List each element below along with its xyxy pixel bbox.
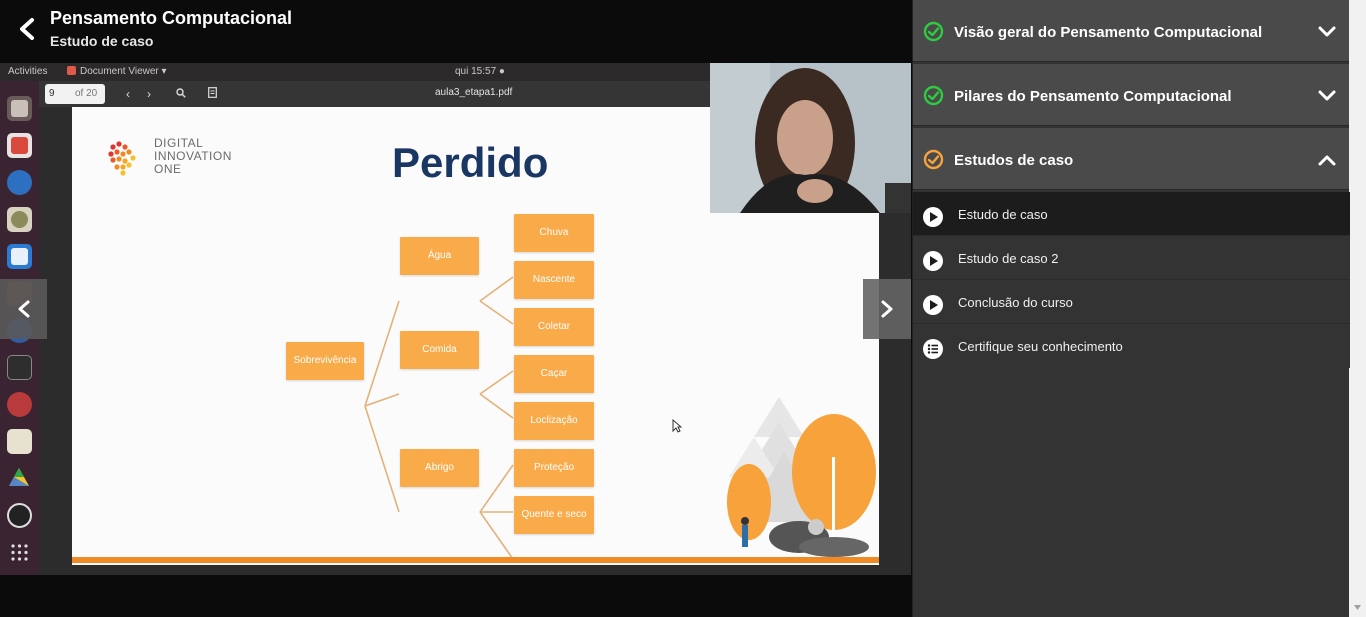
check-circle-icon [923,85,944,106]
webcam-overlay [710,63,911,213]
chevron-left-icon [20,18,34,40]
lesson-subtitle: Estudo de caso [50,33,154,49]
video-player-panel: Pensamento Computacional Estudo de caso … [0,0,912,617]
play-circle-icon [923,295,943,315]
obs-icon [7,503,32,528]
section-pilares[interactable]: Pilares do Pensamento Computacional [913,64,1350,126]
section-estudos-de-caso[interactable]: Estudos de caso [913,128,1350,190]
document-viewer-icon [67,66,76,75]
app-name-label: Document Viewer ▾ [67,66,167,77]
activities-label: Activities [8,66,48,77]
node-agua: Água [400,237,479,275]
play-circle-icon [923,207,943,227]
section-title: Estudos de caso [954,152,1074,169]
lesson-item-estudo-de-caso[interactable]: Estudo de caso [913,192,1350,236]
chevron-down-icon [1318,26,1336,37]
lesson-item-certifique[interactable]: Certifique seu conhecimento [913,324,1350,368]
page-number-field[interactable]: 9 of 20 [45,84,105,104]
node-coletar: Coletar [514,308,594,346]
section-title: Visão geral do Pensamento Computacional [954,24,1263,41]
app-grid-icon [7,540,32,565]
video-frame[interactable]: Activities Document Viewer ▾ qui 15:57 ● [0,63,911,575]
lesson-label: Certifique seu conhecimento [958,339,1123,354]
section-visao-geral[interactable]: Visão geral do Pensamento Computacional [913,0,1350,62]
terminal-icon [7,355,32,380]
player-header: Pensamento Computacional Estudo de caso [0,0,912,63]
thunderbird-icon [7,170,32,195]
disc-icon [7,207,32,232]
node-loclizacao: Loclização [514,402,594,440]
node-sobrevivencia: Sobrevivência [286,342,364,380]
previous-lesson-button[interactable] [0,279,47,339]
node-abrigo: Abrigo [400,449,479,487]
list-icon [923,339,943,359]
section-title: Pilares do Pensamento Computacional [954,88,1232,105]
back-button[interactable] [14,14,42,44]
page-total: of 20 [75,88,98,99]
app-name-text: Document Viewer ▾ [80,66,167,77]
node-cacar: Caçar [514,355,594,393]
trees-illustration-icon [727,397,876,557]
node-nascente: Nascente [514,261,594,299]
course-outline-sidebar: Visão geral do Pensamento Computacional … [912,0,1350,617]
course-title: Pensamento Computacional [50,8,293,28]
node-comida: Comida [400,331,479,369]
play-circle-icon [923,251,943,271]
prev-page-icon[interactable]: ‹ [119,85,137,103]
document-filename: aula3_etapa1.pdf [435,87,513,98]
check-circle-icon [923,21,944,42]
node-protecao: Proteção [514,449,594,487]
lesson-item-estudo-de-caso-2[interactable]: Estudo de caso 2 [913,236,1350,280]
document-viewer-dock-icon [7,133,32,158]
text-editor-icon [7,429,32,454]
chevron-right-icon [881,300,893,318]
lesson-label: Conclusão do curso [958,295,1073,310]
sidebar-scrollbar[interactable] [1349,0,1366,617]
lesson-list: Estudo de caso Estudo de caso 2 Conclusã… [913,192,1350,368]
settings-icon [7,392,32,417]
lesson-label: Estudo de caso 2 [958,251,1059,266]
presenter-webcam-icon [710,63,911,213]
node-chuva: Chuva [514,214,594,252]
files-icon [7,96,32,121]
writer-icon [7,244,32,269]
chevron-down-icon [1318,90,1336,101]
next-page-icon[interactable]: › [140,85,158,103]
page-number: 9 [49,88,55,99]
mouse-cursor-icon [672,419,682,433]
next-lesson-button[interactable] [863,279,911,339]
clock-label: qui 15:57 ● [455,66,505,77]
sidebar-toggle-icon[interactable] [203,85,221,103]
search-icon[interactable] [172,85,190,103]
scrollbar-thumb[interactable] [1353,2,1362,597]
slide-bottom-stripe [72,557,879,563]
chevron-left-icon [18,300,30,318]
chevron-up-icon [1318,155,1336,166]
check-circle-icon [923,149,944,170]
lesson-label: Estudo de caso [958,207,1048,222]
node-quente-e-seco: Quente e seco [514,496,594,534]
scroll-down-arrow-icon[interactable] [1353,603,1362,612]
drive-icon [7,466,32,491]
lesson-item-conclusao[interactable]: Conclusão do curso [913,280,1350,324]
